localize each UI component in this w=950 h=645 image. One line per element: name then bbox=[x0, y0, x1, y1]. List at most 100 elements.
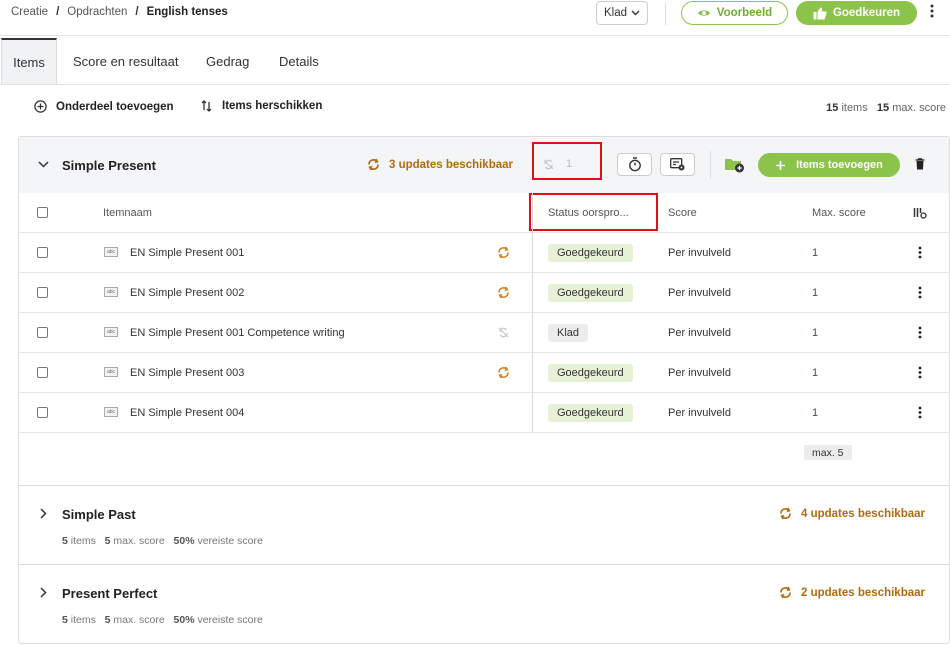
status-select-value: Klad bbox=[603, 7, 628, 19]
required-score-label: vereiste score bbox=[197, 614, 263, 626]
column-header-max-score[interactable]: Max. score bbox=[812, 207, 866, 219]
required-score: 50% bbox=[173, 614, 195, 626]
item-name[interactable]: EN Simple Present 004 bbox=[130, 407, 244, 419]
row-checkbox[interactable] bbox=[37, 247, 48, 258]
sync-icon[interactable] bbox=[497, 286, 510, 299]
tab-items[interactable]: Items bbox=[1, 38, 57, 84]
columns-settings-icon[interactable] bbox=[913, 207, 927, 219]
required-score-label: vereiste score bbox=[197, 535, 263, 547]
item-name[interactable]: EN Simple Present 003 bbox=[130, 367, 244, 379]
score-cell: Per invulveld bbox=[668, 367, 731, 379]
document-icon: abc bbox=[104, 367, 118, 377]
max-score-count: 15 bbox=[876, 102, 890, 114]
reorder-items-button[interactable]: Items herschikken bbox=[201, 100, 322, 112]
unlink-icon[interactable] bbox=[498, 327, 509, 338]
item-name[interactable]: EN Simple Present 001 Competence writing bbox=[130, 327, 345, 339]
column-header-score[interactable]: Score bbox=[668, 207, 697, 219]
sync-icon[interactable] bbox=[497, 246, 510, 259]
unlink-icon bbox=[543, 159, 554, 169]
tab-label: Gedrag bbox=[206, 53, 250, 69]
table-row[interactable]: abc EN Simple Present 001 Competence wri… bbox=[19, 313, 949, 353]
max-score-cell: 1 bbox=[812, 327, 819, 339]
draw-count-field[interactable]: 1 bbox=[543, 158, 572, 170]
kebab-icon[interactable] bbox=[918, 326, 922, 339]
table-row[interactable]: abc EN Simple Present 002 Goedgekeurd Pe… bbox=[19, 273, 949, 313]
sync-icon[interactable] bbox=[497, 366, 510, 379]
preview-button[interactable]: Voorbeeld bbox=[681, 1, 788, 25]
section-updates[interactable]: 2 updates beschikbaar bbox=[779, 586, 925, 599]
add-part-button[interactable]: Onderdeel toevoegen bbox=[34, 100, 174, 113]
plus-icon bbox=[776, 160, 786, 170]
folder-add-icon[interactable] bbox=[724, 157, 745, 173]
section-title[interactable]: Simple Past bbox=[62, 507, 136, 522]
items-count: 5 bbox=[62, 535, 68, 547]
section-summary: 5 items 5 max. score 50% vereiste score bbox=[62, 535, 263, 547]
tab-divider bbox=[0, 84, 950, 85]
kebab-icon[interactable] bbox=[918, 366, 922, 379]
kebab-icon[interactable] bbox=[918, 286, 922, 299]
status-badge: Klad bbox=[548, 324, 589, 342]
document-icon: abc bbox=[104, 247, 118, 257]
tab-details[interactable]: Details bbox=[279, 38, 319, 84]
section-title[interactable]: Present Perfect bbox=[62, 586, 157, 601]
max-score-count: 5 bbox=[104, 535, 111, 547]
items-count: 15 bbox=[826, 102, 839, 114]
document-icon: abc bbox=[104, 327, 118, 337]
table-row[interactable]: abc EN Simple Present 001 Goedgekeurd Pe… bbox=[19, 233, 949, 273]
chevron-right-icon[interactable] bbox=[40, 587, 47, 598]
column-header-status[interactable]: Status oorspro... bbox=[548, 207, 629, 219]
column-header-name[interactable]: Itemnaam bbox=[103, 207, 152, 219]
approve-button[interactable]: Goedkeuren bbox=[796, 1, 917, 25]
row-checkbox[interactable] bbox=[37, 327, 48, 338]
approve-label: Goedkeuren bbox=[832, 7, 901, 19]
items-label: items bbox=[70, 535, 96, 547]
max-score-cell: 1 bbox=[812, 247, 819, 259]
settings-card-icon bbox=[670, 158, 685, 171]
tab-score-en-resultaat[interactable]: Score en resultaat bbox=[73, 38, 179, 84]
status-badge: Goedgekeurd bbox=[548, 364, 633, 382]
max-score-cell: 1 bbox=[812, 407, 819, 419]
sync-icon bbox=[780, 586, 791, 599]
table-row[interactable]: abc EN Simple Present 003 Goedgekeurd Pe… bbox=[19, 353, 949, 393]
trash-icon[interactable] bbox=[915, 158, 925, 170]
breadcrumb-opdrachten[interactable]: Opdrachten bbox=[67, 6, 127, 18]
tab-gedrag[interactable]: Gedrag bbox=[206, 38, 249, 84]
status-select[interactable]: Klad bbox=[596, 1, 648, 25]
section-updates[interactable]: 4 updates beschikbaar bbox=[779, 507, 925, 520]
section-settings-button[interactable] bbox=[660, 153, 695, 176]
section-updates[interactable]: 3 updates beschikbaar bbox=[367, 158, 513, 171]
add-items-label: Items toevoegen bbox=[796, 159, 883, 171]
row-checkbox[interactable] bbox=[37, 407, 48, 418]
breadcrumb-creatie[interactable]: Creatie bbox=[11, 6, 48, 18]
reorder-label: Items herschikken bbox=[222, 100, 323, 112]
summary-counts: 15 items 15 max. score bbox=[826, 102, 946, 114]
section-title[interactable]: Simple Present bbox=[62, 158, 156, 173]
sync-icon bbox=[780, 507, 791, 520]
score-cell: Per invulveld bbox=[668, 287, 731, 299]
chevron-down-icon[interactable] bbox=[38, 161, 49, 168]
row-checkbox[interactable] bbox=[37, 287, 48, 298]
select-all-checkbox[interactable] bbox=[37, 207, 48, 218]
plus-circle-icon bbox=[34, 100, 47, 113]
item-name[interactable]: EN Simple Present 001 bbox=[130, 247, 244, 259]
thumbs-up-icon bbox=[813, 7, 827, 19]
row-checkbox[interactable] bbox=[37, 367, 48, 378]
score-cell: Per invulveld bbox=[668, 247, 731, 259]
required-score: 50% bbox=[173, 535, 195, 547]
chevron-right-icon[interactable] bbox=[40, 508, 47, 519]
score-cell: Per invulveld bbox=[668, 327, 731, 339]
items-label: items bbox=[70, 614, 96, 626]
kebab-icon[interactable] bbox=[918, 246, 922, 259]
kebab-icon[interactable] bbox=[918, 406, 922, 419]
row-divider bbox=[19, 432, 949, 433]
status-badge: Goedgekeurd bbox=[548, 244, 633, 262]
item-name[interactable]: EN Simple Present 002 bbox=[130, 287, 244, 299]
timer-button[interactable] bbox=[617, 153, 652, 176]
document-icon: abc bbox=[104, 407, 118, 417]
kebab-icon[interactable] bbox=[930, 4, 934, 18]
stopwatch-icon bbox=[628, 157, 641, 172]
divider bbox=[665, 3, 666, 25]
table-row[interactable]: abc EN Simple Present 004 Goedgekeurd Pe… bbox=[19, 393, 949, 433]
add-items-button[interactable]: Items toevoegen bbox=[758, 153, 900, 177]
breadcrumb-separator: / bbox=[56, 6, 60, 18]
